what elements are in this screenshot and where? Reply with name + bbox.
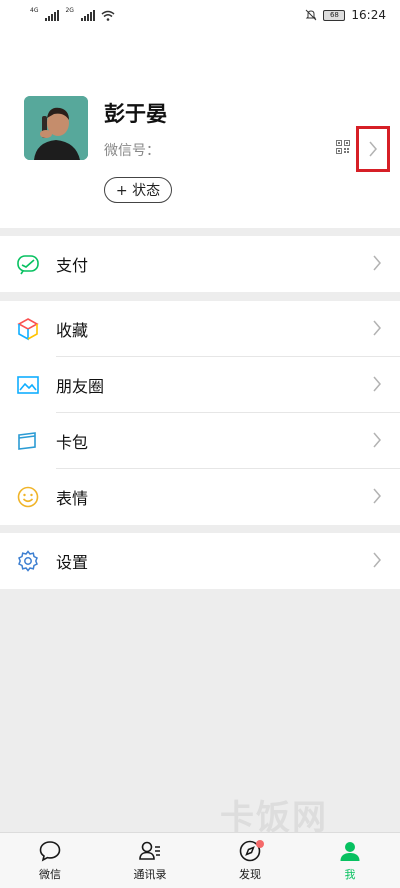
avatar-photo [24, 96, 88, 160]
menu-label-stickers: 表情 [56, 489, 89, 508]
gear-icon [18, 550, 38, 572]
mute-bell-icon [306, 9, 317, 21]
sim1-network-label: 4G [30, 6, 39, 14]
tab-label: 微信 [39, 868, 61, 881]
battery-icon: 68 [323, 9, 346, 21]
profile-name: 彭于晏 [104, 102, 167, 126]
menu-label-favorites: 收藏 [56, 321, 89, 340]
chevron-right-icon [373, 320, 381, 336]
clock: 16:24 [351, 8, 386, 22]
chevron-right-icon [373, 488, 381, 504]
chevron-right-icon [373, 255, 381, 271]
person-icon [340, 842, 360, 861]
profile-detail-highlight[interactable] [356, 126, 390, 172]
tab-label: 通讯录 [133, 868, 167, 881]
wechat-id-label: 微信号： [104, 143, 160, 159]
chevron-right-icon [373, 552, 381, 568]
avatar[interactable] [24, 96, 88, 160]
qr-code-icon[interactable] [336, 140, 350, 154]
chevron-right-icon [369, 141, 377, 157]
tab-label: 我 [344, 868, 356, 881]
chat-bubble-icon [39, 841, 61, 862]
notification-dot [256, 840, 264, 848]
pay-group: 支付 [0, 236, 400, 292]
pay-icon [17, 255, 39, 275]
tab-me[interactable]: 我 [300, 833, 400, 888]
profile-card[interactable]: 彭于晏 微信号： + 状态 [0, 30, 400, 228]
contacts-icon [139, 841, 160, 860]
menu-item-stickers[interactable]: 表情 [0, 469, 400, 525]
tab-chats[interactable]: 微信 [0, 833, 100, 888]
tab-discover[interactable]: 发现 [200, 833, 300, 888]
wifi-icon [101, 10, 115, 21]
smiley-icon [17, 486, 39, 508]
chevron-right-icon [373, 376, 381, 392]
add-status-button[interactable]: + 状态 [104, 177, 172, 203]
card-wallet-icon [18, 432, 36, 450]
favorites-cube-icon [17, 318, 39, 341]
menu-item-pay[interactable]: 支付 [0, 236, 400, 292]
chevron-right-icon [373, 432, 381, 448]
tab-contacts[interactable]: 通讯录 [100, 833, 200, 888]
menu-item-moments[interactable]: 朋友圈 [0, 357, 400, 413]
menu-label-moments: 朋友圈 [56, 377, 105, 396]
menu-label-cards: 卡包 [56, 433, 89, 452]
menu-item-cards[interactable]: 卡包 [0, 413, 400, 469]
menu-label-settings: 设置 [56, 553, 89, 572]
tab-label: 发现 [239, 868, 261, 881]
moments-photo-icon [17, 376, 39, 394]
menu-item-settings[interactable]: 设置 [0, 533, 400, 589]
signal-icon [80, 9, 95, 21]
bottom-tab-bar: 微信 通讯录 发现 我 [0, 832, 400, 888]
settings-group: 设置 [0, 533, 400, 589]
collections-group: 收藏 朋友圈 卡包 表情 [0, 301, 400, 525]
signal-icon [45, 9, 60, 21]
status-bar: 4G 2G 68 16:24 [0, 0, 400, 30]
menu-item-favorites[interactable]: 收藏 [0, 301, 400, 357]
sim2-network-label: 2G [65, 6, 74, 14]
status-right: 68 16:24 [305, 8, 386, 22]
status-left: 4G 2G [30, 6, 115, 21]
menu-label-pay: 支付 [56, 256, 89, 275]
